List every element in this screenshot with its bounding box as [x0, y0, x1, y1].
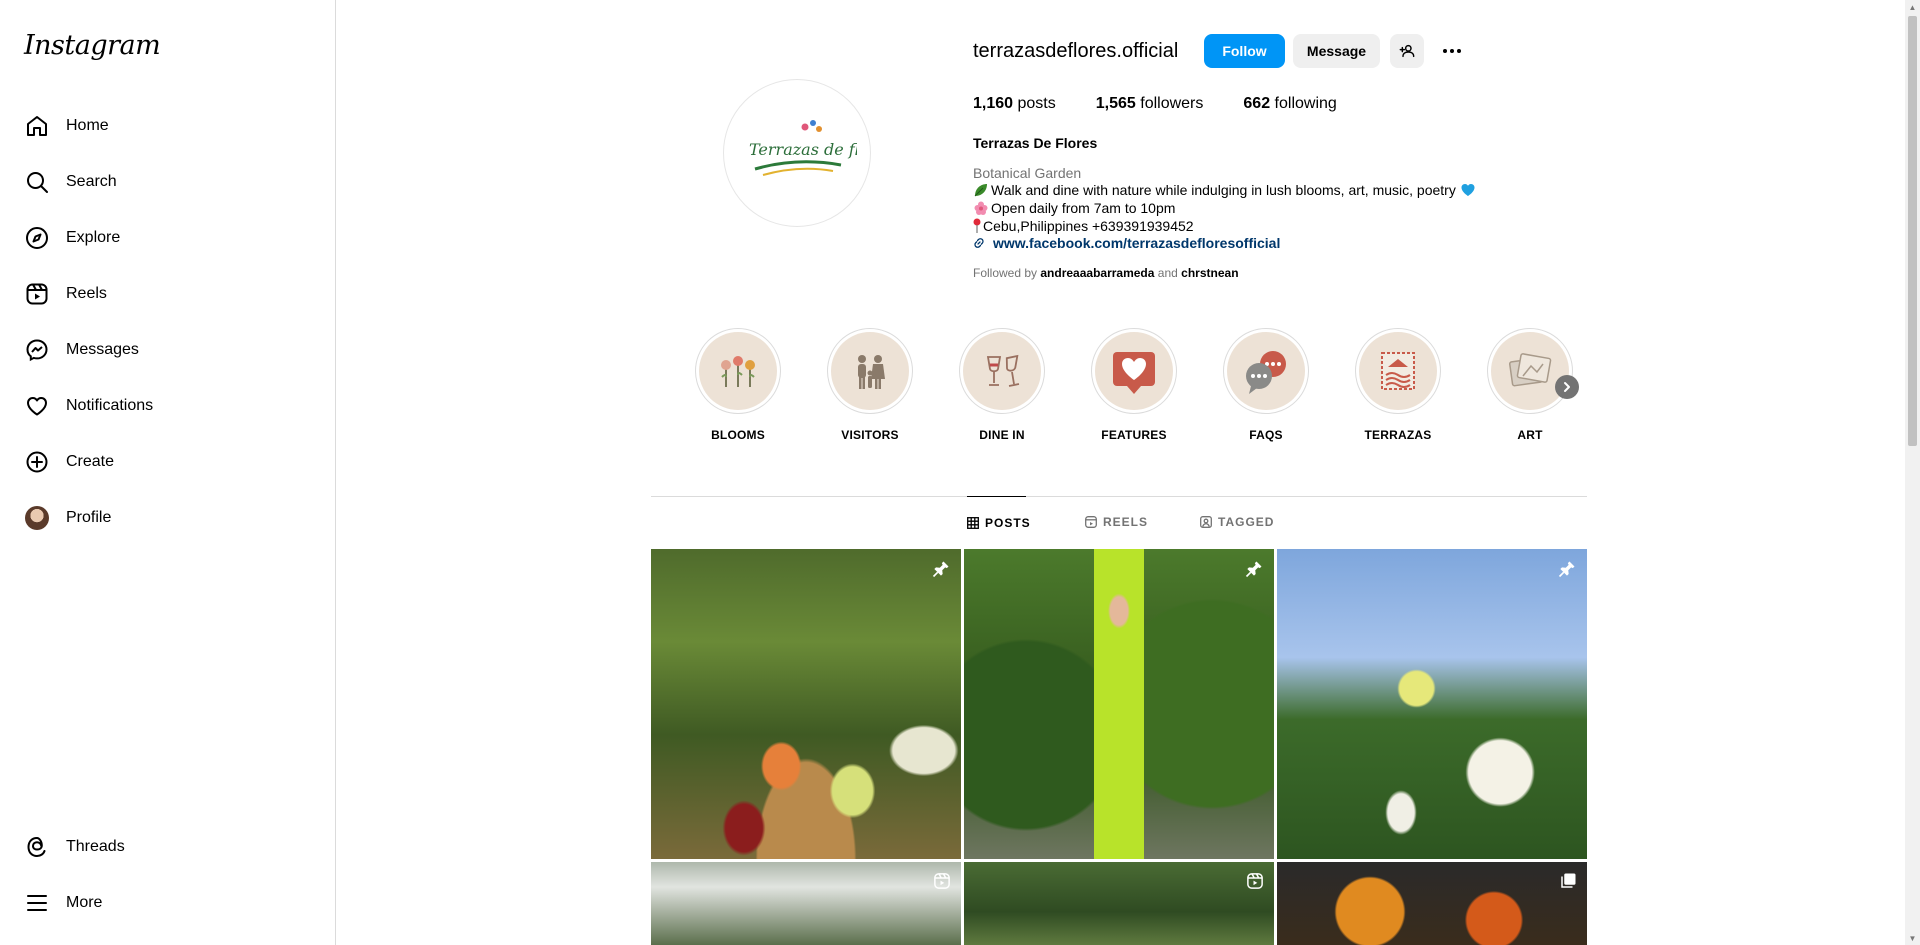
sidebar-item-label: Create — [66, 453, 115, 470]
sidebar-item-search[interactable]: Search — [12, 158, 322, 206]
post-tile[interactable] — [964, 549, 1274, 859]
reel-icon — [933, 872, 951, 895]
post-tile[interactable] — [651, 862, 961, 945]
search-icon — [24, 169, 50, 195]
tab-posts[interactable]: POSTS — [967, 496, 1030, 548]
ellipsis-icon — [1440, 39, 1464, 63]
family-icon — [846, 347, 894, 395]
highlight-dine-in[interactable]: DINE IN — [958, 328, 1046, 442]
wine-glasses-icon — [978, 347, 1026, 395]
menu-icon — [24, 890, 50, 916]
profile-username: terrazasdeflores.official — [973, 40, 1179, 62]
following-count[interactable]: 662 following — [1243, 95, 1336, 113]
threads-icon — [24, 834, 50, 860]
sidebar-item-label: Notifications — [66, 397, 154, 414]
sidebar-item-label: Search — [66, 173, 117, 190]
more-options-button[interactable] — [1436, 34, 1468, 68]
highlights-next-button[interactable] — [1555, 375, 1579, 399]
home-icon — [24, 113, 50, 139]
sidebar-item-label: Home — [66, 117, 109, 134]
profile-stats: 1,160 posts 1,565 followers 662 followin… — [973, 95, 1377, 113]
picture-frame-icon — [1505, 346, 1555, 396]
svg-text:Terrazas de flores: Terrazas de flores — [749, 140, 857, 159]
highlight-blooms[interactable]: BLOOMS — [694, 328, 782, 442]
sidebar-item-notifications[interactable]: Notifications — [12, 382, 322, 430]
flowers-icon — [714, 347, 762, 395]
sidebar-item-explore[interactable]: Explore — [12, 214, 322, 262]
tag-icon — [1200, 516, 1212, 528]
posts-count: 1,160 posts — [973, 95, 1056, 112]
sidebar-item-label: Threads — [66, 838, 125, 855]
sidebar-item-label: Reels — [66, 285, 107, 302]
tab-tagged[interactable]: TAGGED — [1200, 496, 1274, 548]
scroll-down-arrow-icon[interactable]: ▼ — [1908, 933, 1917, 943]
scrollbar-thumb[interactable] — [1908, 16, 1917, 446]
compass-icon — [24, 225, 50, 251]
plus-square-icon — [24, 449, 50, 475]
grid-icon — [967, 516, 979, 529]
page-scrollbar[interactable]: ▲ ▼ — [1905, 0, 1920, 945]
chevron-right-icon — [1561, 381, 1573, 393]
tab-reels[interactable]: REELS — [1085, 496, 1148, 548]
sidebar-item-label: Profile — [66, 509, 112, 526]
flower-emoji-icon — [973, 200, 989, 216]
message-button[interactable]: Message — [1293, 34, 1380, 68]
sidebar-item-messages[interactable]: Messages — [12, 326, 322, 374]
highlight-terrazas[interactable]: TERRAZAS — [1354, 328, 1442, 442]
sidebar-item-create[interactable]: Create — [12, 438, 322, 486]
heart-icon — [24, 393, 50, 419]
sidebar-item-profile[interactable]: Profile — [12, 494, 322, 542]
leaf-emoji-icon — [973, 182, 989, 198]
profile-category: Botanical Garden — [973, 165, 1082, 181]
bio-line: Walk and dine with nature while indulgin… — [973, 181, 1478, 199]
suggested-users-button[interactable] — [1390, 34, 1424, 68]
pin-emoji-icon — [973, 218, 981, 234]
messenger-icon — [24, 337, 50, 363]
profile-full-name: Terrazas De Flores — [973, 135, 1098, 151]
sidebar-item-more[interactable]: More — [12, 879, 322, 927]
scroll-up-arrow-icon[interactable]: ▲ — [1908, 2, 1917, 12]
follow-button[interactable]: Follow — [1204, 34, 1285, 68]
post-tile[interactable] — [964, 862, 1274, 945]
sidebar-item-label: More — [66, 894, 103, 911]
link-icon — [973, 237, 985, 249]
post-tile[interactable] — [1277, 549, 1587, 859]
followed-by[interactable]: Followed by andreaaabarrameda and chrstn… — [973, 266, 1239, 280]
avatar — [25, 506, 49, 530]
pin-icon — [1244, 559, 1264, 584]
blue-heart-emoji-icon — [1460, 182, 1476, 198]
pin-icon — [931, 559, 951, 584]
heart-bubble-icon — [1107, 344, 1161, 398]
reel-icon — [1246, 872, 1264, 895]
chat-bubbles-icon — [1239, 344, 1293, 398]
post-tile[interactable] — [1277, 862, 1587, 945]
pin-icon — [1557, 559, 1577, 584]
post-tile[interactable] — [651, 549, 961, 859]
sidebar: Instagram Home Search Explore Reels Mess… — [0, 0, 336, 945]
bio-line: Open daily from 7am to 10pm — [973, 199, 1175, 217]
carousel-icon — [1559, 872, 1577, 895]
sidebar-item-label: Explore — [66, 229, 121, 246]
highlight-features[interactable]: FEATURES — [1090, 328, 1178, 442]
profile-link[interactable]: www.facebook.com/terrazasdefloresofficia… — [973, 235, 1280, 251]
instagram-logo[interactable]: Instagram — [24, 30, 161, 61]
reels-small-icon — [1085, 516, 1097, 528]
reels-icon — [24, 281, 50, 307]
terrazas-logo: Terrazas de flores — [749, 120, 857, 176]
bio-line: Cebu,Philippines +639391939452 — [973, 217, 1194, 235]
profile-picture[interactable]: Terrazas de flores — [723, 79, 871, 227]
sidebar-item-label: Messages — [66, 341, 139, 358]
sidebar-item-threads[interactable]: Threads — [12, 823, 322, 871]
add-person-icon — [1399, 43, 1415, 59]
stamp-icon — [1374, 347, 1422, 395]
sidebar-item-home[interactable]: Home — [12, 102, 322, 150]
highlight-visitors[interactable]: VISITORS — [826, 328, 914, 442]
followers-count[interactable]: 1,565 followers — [1096, 95, 1204, 113]
highlight-faqs[interactable]: FAQS — [1222, 328, 1310, 442]
sidebar-item-reels[interactable]: Reels — [12, 270, 322, 318]
